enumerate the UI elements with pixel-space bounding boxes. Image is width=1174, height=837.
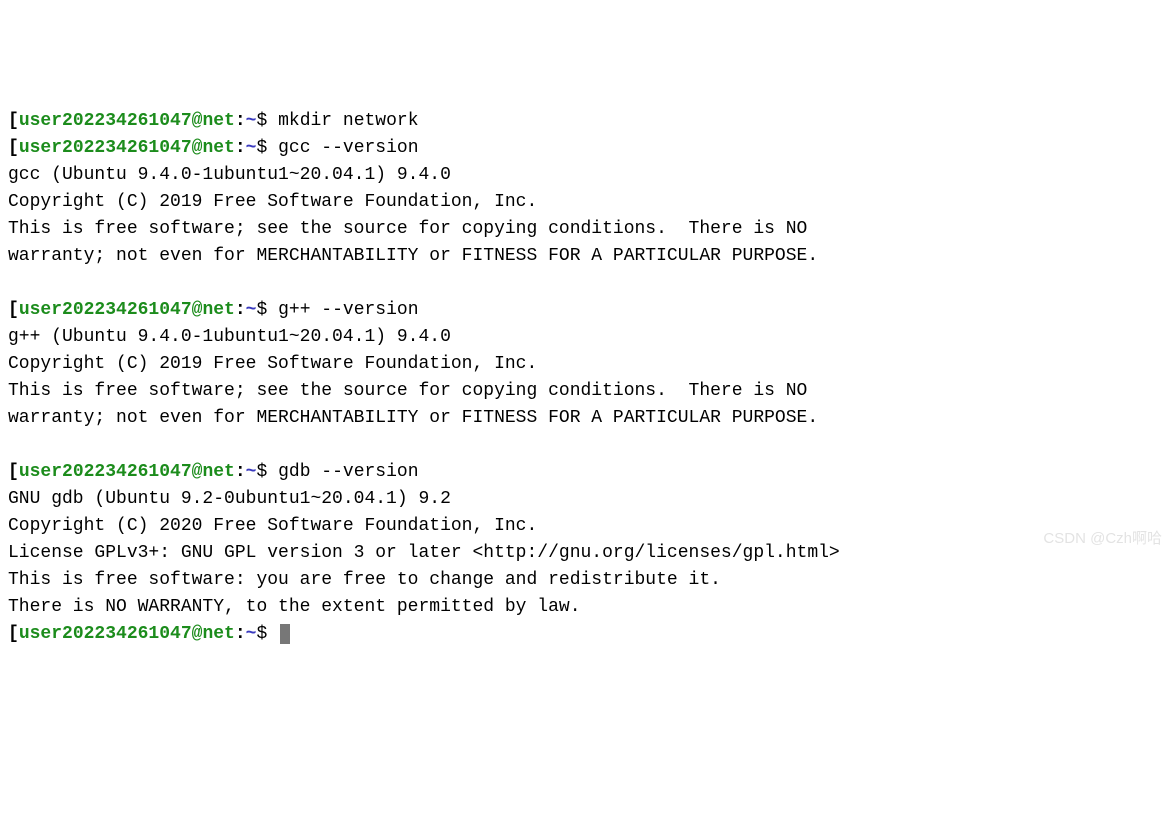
prompt-host: net bbox=[202, 138, 234, 158]
output-line: This is free software; see the source fo… bbox=[8, 216, 1166, 243]
prompt-line: [user202234261047@net:~$ mkdir network bbox=[8, 108, 1166, 135]
output-line: g++ (Ubuntu 9.4.0-1ubuntu1~20.04.1) 9.4.… bbox=[8, 324, 1166, 351]
prompt-dollar: $ bbox=[256, 300, 278, 320]
prompt-at: @ bbox=[192, 111, 203, 131]
output-line: gcc (Ubuntu 9.4.0-1ubuntu1~20.04.1) 9.4.… bbox=[8, 162, 1166, 189]
prompt-colon: : bbox=[235, 300, 246, 320]
prompt-line: [user202234261047@net:~$ gdb --version bbox=[8, 459, 1166, 486]
prompt-user: user202234261047 bbox=[19, 462, 192, 482]
prompt-dollar: $ bbox=[256, 624, 278, 644]
prompt-host: net bbox=[202, 111, 234, 131]
output-line bbox=[8, 270, 1166, 297]
prompt-colon: : bbox=[235, 138, 246, 158]
prompt-host: net bbox=[202, 300, 234, 320]
output-line: Copyright (C) 2020 Free Software Foundat… bbox=[8, 513, 1166, 540]
prompt-colon: : bbox=[235, 624, 246, 644]
output-line: warranty; not even for MERCHANTABILITY o… bbox=[8, 405, 1166, 432]
command-text: gdb --version bbox=[278, 462, 418, 482]
prompt-line: [user202234261047@net:~$ gcc --version bbox=[8, 135, 1166, 162]
prompt-path: ~ bbox=[246, 300, 257, 320]
prompt-path: ~ bbox=[246, 624, 257, 644]
output-line: warranty; not even for MERCHANTABILITY o… bbox=[8, 243, 1166, 270]
prompt-dollar: $ bbox=[256, 138, 278, 158]
terminal-output[interactable]: [user202234261047@net:~$ mkdir network[u… bbox=[8, 108, 1166, 648]
prompt-user: user202234261047 bbox=[19, 624, 192, 644]
prompt-bracket: [ bbox=[8, 138, 19, 158]
prompt-at: @ bbox=[192, 138, 203, 158]
prompt-dollar: $ bbox=[256, 462, 278, 482]
prompt-host: net bbox=[202, 624, 234, 644]
prompt-line: [user202234261047@net:~$ g++ --version bbox=[8, 297, 1166, 324]
prompt-bracket: [ bbox=[8, 462, 19, 482]
output-line bbox=[8, 432, 1166, 459]
prompt-user: user202234261047 bbox=[19, 111, 192, 131]
command-text: g++ --version bbox=[278, 300, 418, 320]
prompt-at: @ bbox=[192, 300, 203, 320]
prompt-path: ~ bbox=[246, 138, 257, 158]
command-text: gcc --version bbox=[278, 138, 418, 158]
output-line: Copyright (C) 2019 Free Software Foundat… bbox=[8, 189, 1166, 216]
command-text: mkdir network bbox=[278, 111, 418, 131]
output-line: This is free software: you are free to c… bbox=[8, 567, 1166, 594]
prompt-bracket: [ bbox=[8, 300, 19, 320]
prompt-at: @ bbox=[192, 624, 203, 644]
prompt-colon: : bbox=[235, 111, 246, 131]
prompt-line: [user202234261047@net:~$ bbox=[8, 621, 1166, 648]
cursor bbox=[280, 624, 290, 644]
prompt-dollar: $ bbox=[256, 111, 278, 131]
output-line: GNU gdb (Ubuntu 9.2-0ubuntu1~20.04.1) 9.… bbox=[8, 486, 1166, 513]
output-line: Copyright (C) 2019 Free Software Foundat… bbox=[8, 351, 1166, 378]
prompt-colon: : bbox=[235, 462, 246, 482]
prompt-bracket: [ bbox=[8, 624, 19, 644]
prompt-path: ~ bbox=[246, 111, 257, 131]
prompt-host: net bbox=[202, 462, 234, 482]
prompt-path: ~ bbox=[246, 462, 257, 482]
output-line: There is NO WARRANTY, to the extent perm… bbox=[8, 594, 1166, 621]
prompt-bracket: [ bbox=[8, 111, 19, 131]
prompt-user: user202234261047 bbox=[19, 138, 192, 158]
output-line: License GPLv3+: GNU GPL version 3 or lat… bbox=[8, 540, 1166, 567]
prompt-at: @ bbox=[192, 462, 203, 482]
output-line: This is free software; see the source fo… bbox=[8, 378, 1166, 405]
prompt-user: user202234261047 bbox=[19, 300, 192, 320]
